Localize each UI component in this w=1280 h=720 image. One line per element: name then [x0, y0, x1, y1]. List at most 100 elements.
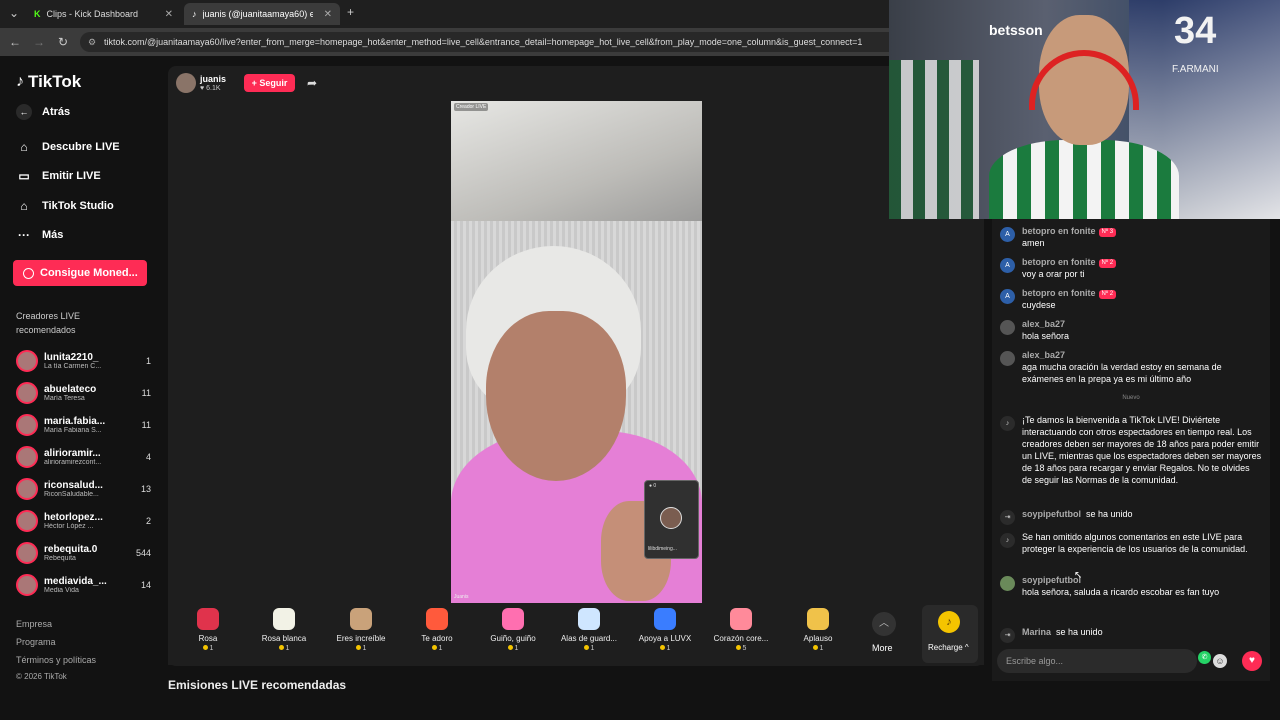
omitted-text: Se han omitido algunos comentarios en es… [1022, 532, 1248, 554]
host-name[interactable]: juanis [200, 74, 226, 84]
chat-username[interactable]: betopro en fonite [1022, 226, 1096, 236]
creator-avatar [16, 510, 38, 532]
back-label: Atrás [42, 106, 71, 118]
gift-item[interactable]: Te adoro 1 [399, 605, 475, 663]
gift-name: Guiño, guiño [490, 634, 536, 643]
creator-item[interactable]: rebequita.0 Rebequita 544 [16, 539, 151, 567]
creator-avatar [16, 574, 38, 596]
gift-item[interactable]: Eres increíble 1 [323, 605, 399, 663]
gift-item[interactable]: Corazón core... 5 [703, 605, 779, 663]
chevron-up-icon: ^ [964, 643, 969, 652]
site-info-icon[interactable]: ⚙ [88, 32, 96, 52]
tab-kick-dashboard[interactable]: K Clips - Kick Dashboard ✕ [26, 3, 181, 25]
chat-username[interactable]: alex_ba27 [1022, 319, 1065, 329]
creator-item[interactable]: mediavida_... Media Vida 14 [16, 571, 151, 599]
tiktok-logo[interactable]: ♪ TikTok [16, 72, 81, 92]
user-avatar[interactable] [1000, 576, 1015, 591]
user-avatar[interactable]: A [1000, 258, 1015, 273]
chat-message: alex_ba27 hola señora [1000, 318, 1262, 342]
new-tab-icon[interactable]: + [347, 5, 354, 19]
creator-name: alirioramir... [44, 448, 101, 459]
footer-link-terminos[interactable]: Términos y políticas [16, 655, 96, 665]
gift-item[interactable]: Rosa blanca 1 [246, 605, 322, 663]
creator-item[interactable]: abuelateco María Teresa 11 [16, 379, 151, 407]
chat-message: A betopro en fonite Nº 2 voy a orar por ti [1000, 256, 1262, 280]
guest-viewer-count: ● 0 [649, 483, 657, 489]
creator-avatar [16, 542, 38, 564]
recommended-lives-title: Emisiones LIVE recomendadas [168, 678, 347, 692]
back-arrow-icon[interactable]: ← [3, 35, 27, 49]
chat-text: aga mucha oración la verdad estoy en sem… [1022, 362, 1222, 384]
nav-tiktok-studio[interactable]: ⌂ TikTok Studio [16, 199, 113, 213]
user-avatar[interactable]: A [1000, 227, 1015, 242]
creator-viewer-count: 2 [145, 516, 151, 526]
host-avatar[interactable] [176, 73, 196, 93]
join-message: ⇥ Marina se ha unido [1000, 626, 1262, 643]
emoji-icon[interactable]: ☺ [1213, 654, 1227, 668]
gift-icon [807, 608, 829, 630]
chat-username[interactable]: betopro en fonite [1022, 257, 1096, 267]
gift-item[interactable]: Rosa 1 [170, 605, 246, 663]
tiktok-icon: ♪ [1000, 533, 1015, 548]
chat-username[interactable]: soypipefutbol [1022, 575, 1081, 585]
share-icon[interactable]: ➦ [307, 76, 317, 90]
tab-list-chevron-icon[interactable]: ⌄ [2, 6, 26, 20]
creator-viewer-count: 4 [145, 452, 151, 462]
close-tab-icon[interactable]: ✕ [165, 9, 173, 20]
gift-icon [730, 608, 752, 630]
creator-subtitle: RiconSaludable... [44, 491, 99, 498]
reload-icon[interactable]: ↻ [51, 35, 75, 49]
coin-icon [355, 645, 361, 650]
gift-item[interactable]: Alas de guard... 1 [551, 605, 627, 663]
chat-username[interactable]: betopro en fonite [1022, 288, 1096, 298]
chat-username[interactable]: alex_ba27 [1022, 350, 1065, 360]
nav-mas[interactable]: ··· Más [16, 228, 63, 242]
gift-item[interactable]: Aplauso 1 [780, 605, 856, 663]
creator-subtitle: alirioramirezcont... [44, 459, 102, 466]
footer-link-empresa[interactable]: Empresa [16, 619, 52, 629]
creator-item[interactable]: alirioramir... alirioramirezcont... 4 [16, 443, 151, 471]
gift-icon [502, 608, 524, 630]
coin-icon [278, 645, 284, 650]
creator-avatar [16, 414, 38, 436]
gift-price: 1 [170, 645, 246, 652]
rank-badge: Nº 2 [1098, 290, 1117, 299]
forward-arrow-icon[interactable]: → [27, 35, 51, 49]
chat-message: alex_ba27aga mucha oración la verdad est… [1000, 349, 1262, 385]
studio-icon: ⌂ [20, 199, 28, 213]
chat-text: cuydese [1022, 300, 1056, 310]
chat-username[interactable]: Marina [1022, 627, 1051, 637]
gift-name: Te adoro [421, 634, 453, 643]
tab-tiktok-live[interactable]: ♪ juanis (@juanitaamaya60) e ✕ [184, 3, 340, 25]
creator-subtitle: María Teresa [44, 395, 85, 402]
gift-item[interactable]: Guiño, guiño 1 [475, 605, 551, 663]
back-link[interactable]: ← Atrás [16, 104, 70, 120]
user-avatar[interactable]: A [1000, 289, 1015, 304]
follow-button[interactable]: + Seguir [244, 74, 295, 92]
nav-descubre-live[interactable]: ⌂ Descubre LIVE [16, 140, 119, 154]
creator-avatar [16, 350, 38, 372]
more-gifts-chevron-icon[interactable]: ︿ [872, 612, 896, 636]
back-arrow-icon: ← [16, 104, 32, 120]
gift-item[interactable]: Apoya a LUVX 1 [627, 605, 703, 663]
chat-input[interactable]: Escribe algo... [997, 649, 1197, 673]
user-avatar[interactable] [1000, 351, 1015, 366]
user-avatar[interactable] [1000, 320, 1015, 335]
creators-section-title: Creadores LIVE recomendados [16, 311, 81, 335]
footer-link-programa[interactable]: Programa [16, 637, 56, 647]
chat-username[interactable]: soypipefutbol [1022, 509, 1081, 519]
creator-item[interactable]: riconsalud... RiconSaludable... 13 [16, 475, 151, 503]
close-tab-icon[interactable]: ✕ [324, 9, 332, 20]
creator-item[interactable]: lunita2210_ La tía Carmen C... 1 [16, 347, 151, 375]
more-gifts-label[interactable]: More [872, 643, 893, 653]
like-heart-button[interactable]: ♥ [1242, 651, 1262, 671]
whatsapp-icon[interactable]: ✆ [1198, 651, 1211, 664]
recharge-label[interactable]: Recharge ^ [928, 643, 969, 652]
creator-item[interactable]: hetorlopez... Héctor López ... 2 [16, 507, 151, 535]
nav-emitir-live[interactable]: ▭ Emitir LIVE [16, 169, 100, 183]
gift-icon [197, 608, 219, 630]
coin-icon: ♪ [938, 611, 960, 633]
get-coins-button[interactable]: Consigue Moned... [13, 260, 147, 286]
gift-icon [578, 608, 600, 630]
creator-item[interactable]: maria.fabia... María Fabiana S... 11 [16, 411, 151, 439]
